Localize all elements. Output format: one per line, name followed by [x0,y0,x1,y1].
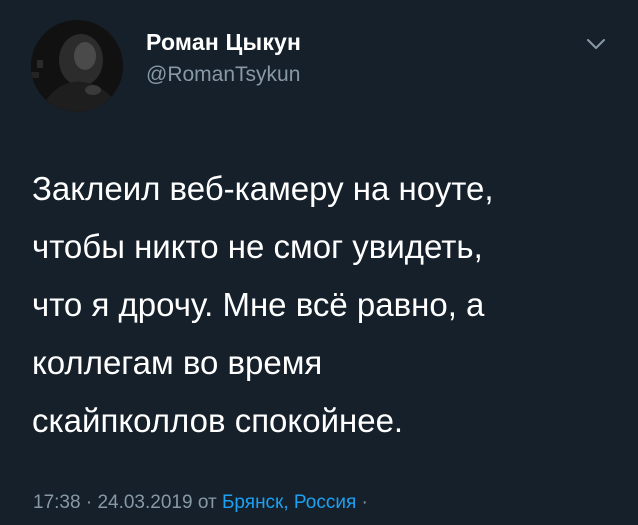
tweet-text: Заклеил веб-камеру на ноуте, чтобы никто… [32,160,612,450]
meta-separator: · [85,492,93,513]
tweet-meta: 17:38 · 24.03.2019 от Брянск, Россия · [33,492,368,514]
tweet-location-link[interactable]: Брянск, Россия [222,492,356,513]
author-handle[interactable]: @RomanTsykun [146,63,300,87]
tweet-text-line: что я дрочу. Мне всё равно, а [32,286,485,323]
user-avatar[interactable] [31,20,123,112]
tweet-date[interactable]: 24.03.2019 [97,492,192,513]
from-label: от [197,492,217,513]
tweet-text-line: коллегам во время [32,344,323,381]
avatar-photo-icon [31,20,123,112]
tweet-text-line: Заклеил веб-камеру на ноуте, [32,170,494,207]
author-display-name[interactable]: Роман Цыкун [146,29,301,56]
tweet-text-line: скайпколлов спокойнее. [32,402,404,439]
tweet-card: Роман Цыкун @RomanTsykun Заклеил веб-кам… [0,0,638,525]
chevron-down-icon[interactable] [585,36,607,52]
tweet-time[interactable]: 17:38 [33,492,81,513]
meta-trailing-separator: · [361,492,368,513]
tweet-text-line: чтобы никто не смог увидеть, [32,228,483,265]
